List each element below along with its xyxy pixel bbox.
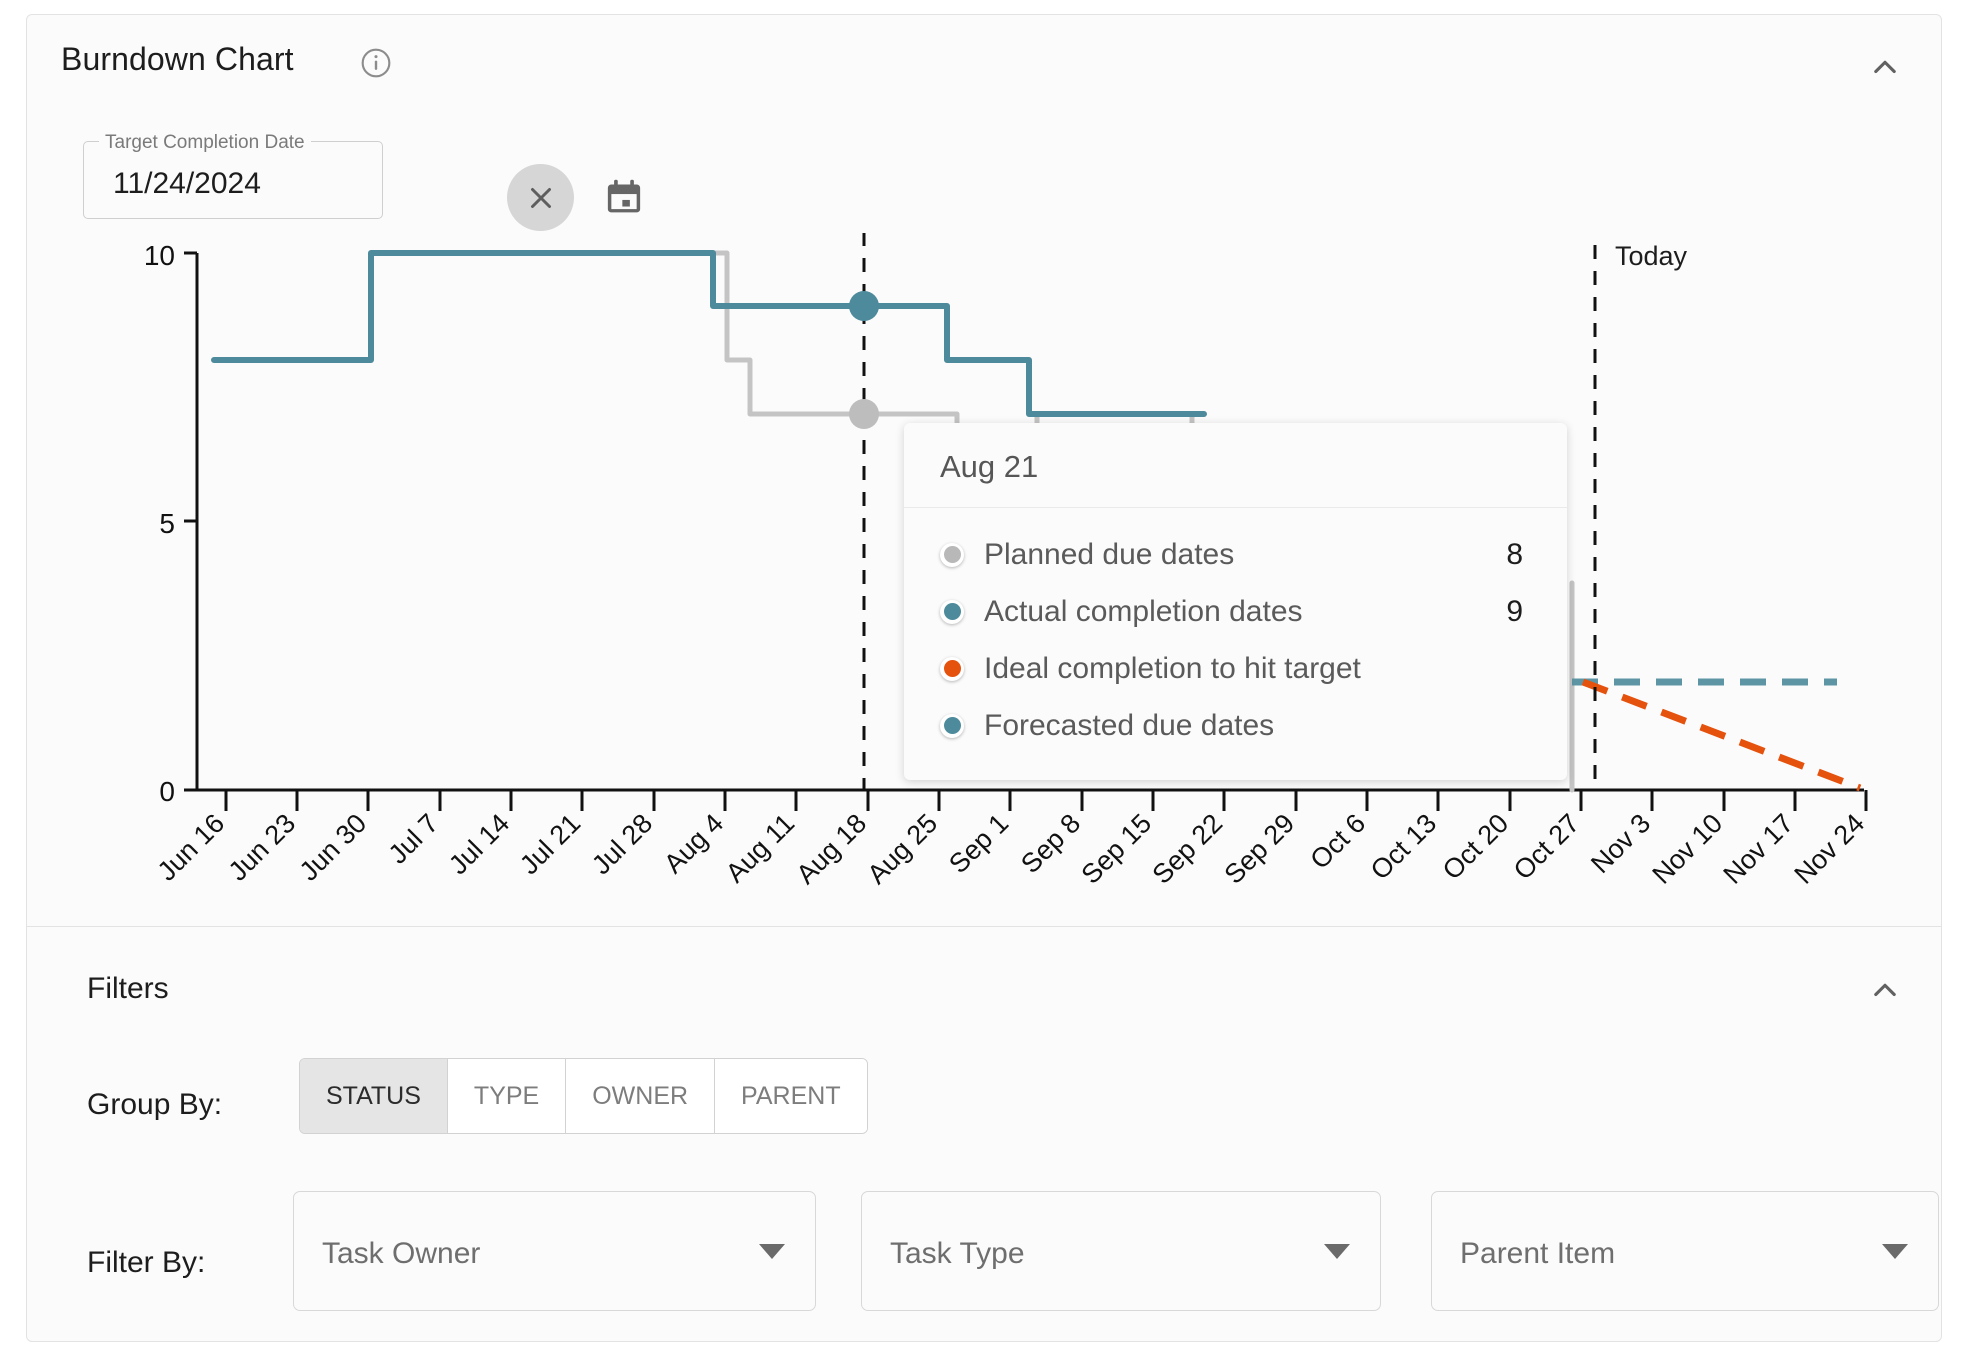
chevron-down-icon [759, 1244, 785, 1259]
legend-dot-actual-icon [940, 599, 964, 624]
marker-planned-aug21 [849, 399, 879, 429]
svg-text:Sep 15: Sep 15 [1076, 808, 1158, 890]
chevron-down-icon [1882, 1244, 1908, 1259]
svg-text:Sep 29: Sep 29 [1219, 808, 1301, 890]
tooltip-date: Aug 21 [904, 423, 1567, 508]
filter-select-task-type-value: Task Type [890, 1237, 1025, 1270]
svg-text:Jul 14: Jul 14 [443, 808, 515, 880]
svg-text:10: 10 [144, 240, 175, 271]
legend-value-actual: 9 [1506, 594, 1523, 628]
chart-header: Burndown Chart [27, 15, 1941, 107]
svg-text:Jul 21: Jul 21 [514, 808, 586, 880]
svg-text:Jul 7: Jul 7 [383, 808, 445, 870]
series-ideal-completion [1581, 678, 1862, 792]
svg-text:Jun 30: Jun 30 [294, 808, 373, 887]
legend-dot-planned-icon [940, 542, 964, 567]
tooltip-legend-list: Planned due dates 8 Actual completion da… [904, 508, 1567, 780]
series-actual-completion-dates [211, 250, 1207, 417]
tooltip-row-actual: Actual completion dates 9 [904, 583, 1567, 640]
burndown-chart-card: Burndown Chart Target Completion Date 11… [26, 14, 1942, 1342]
filter-select-task-type[interactable]: Task Type [861, 1191, 1381, 1311]
svg-text:Nov 24: Nov 24 [1789, 808, 1871, 890]
legend-label-ideal: Ideal completion to hit target [984, 651, 1361, 685]
filter-by-label: Filter By: [87, 1246, 206, 1279]
clear-date-button[interactable] [507, 164, 574, 231]
svg-text:Oct 27: Oct 27 [1508, 808, 1585, 885]
target-completion-date-label: Target Completion Date [99, 132, 311, 154]
svg-text:Nov 10: Nov 10 [1647, 808, 1729, 890]
svg-text:Aug 18: Aug 18 [791, 808, 873, 890]
legend-value-planned: 8 [1506, 537, 1523, 571]
legend-label-planned: Planned due dates [984, 537, 1235, 571]
chevron-up-icon [1874, 60, 1896, 74]
svg-text:Sep 22: Sep 22 [1147, 808, 1229, 890]
svg-text:Nov 17: Nov 17 [1718, 808, 1800, 890]
chevron-down-icon [1324, 1244, 1350, 1259]
legend-dot-forecasted-icon [940, 713, 964, 738]
svg-text:Oct 13: Oct 13 [1365, 808, 1442, 885]
svg-text:Sep 1: Sep 1 [943, 808, 1014, 879]
group-by-option-owner[interactable]: OWNER [566, 1059, 716, 1133]
group-by-toggle-group: STATUS TYPE OWNER PARENT [299, 1058, 868, 1134]
filter-select-task-owner[interactable]: Task Owner [293, 1191, 816, 1311]
filters-heading: Filters [87, 972, 169, 1005]
svg-text:Jul 28: Jul 28 [586, 808, 658, 880]
tooltip-row-forecasted: Forecasted due dates [904, 697, 1567, 754]
marker-actual-aug21 [849, 291, 879, 321]
filter-select-parent-item-value: Parent Item [1460, 1237, 1616, 1270]
svg-text:Jun 23: Jun 23 [223, 808, 302, 887]
page-title: Burndown Chart [61, 41, 294, 77]
open-calendar-button[interactable] [602, 175, 646, 219]
close-icon [530, 187, 551, 208]
svg-text:Oct 20: Oct 20 [1437, 808, 1514, 885]
svg-text:Today: Today [1615, 241, 1688, 271]
group-by-label: Group By: [87, 1088, 223, 1121]
tooltip-row-planned: Planned due dates 8 [904, 526, 1567, 583]
svg-text:5: 5 [159, 508, 175, 539]
filter-select-task-owner-value: Task Owner [322, 1237, 481, 1270]
target-completion-date-input[interactable]: 11/24/2024 [113, 167, 261, 201]
group-by-option-parent[interactable]: PARENT [715, 1059, 867, 1133]
svg-text:0: 0 [159, 776, 175, 807]
chart-x-axis-labels: Jun 16 Jun 23 Jun 30 Jul 7 Jul 14 Jul 21… [152, 790, 1871, 890]
chart-tooltip: Aug 21 Planned due dates 8 Actual comple… [904, 423, 1567, 780]
calendar-icon [607, 179, 641, 213]
filter-select-parent-item[interactable]: Parent Item [1431, 1191, 1939, 1311]
svg-text:Aug 11: Aug 11 [720, 808, 800, 888]
group-by-option-type[interactable]: TYPE [447, 1059, 567, 1133]
svg-text:Aug 25: Aug 25 [862, 808, 944, 890]
svg-text:Aug 4: Aug 4 [658, 808, 729, 879]
section-divider [27, 926, 1941, 927]
info-icon[interactable] [360, 47, 392, 79]
collapse-filters-button[interactable] [1863, 968, 1907, 1012]
tooltip-row-ideal: Ideal completion to hit target [904, 640, 1567, 697]
chevron-up-icon [1874, 983, 1896, 997]
legend-dot-ideal-icon [940, 656, 964, 681]
collapse-chart-button[interactable] [1863, 45, 1907, 89]
legend-label-forecasted: Forecasted due dates [984, 708, 1275, 742]
group-by-option-status[interactable]: STATUS [300, 1059, 448, 1133]
svg-text:Jun 16: Jun 16 [152, 808, 231, 887]
svg-text:Oct 6: Oct 6 [1304, 808, 1371, 875]
legend-label-actual: Actual completion dates [984, 594, 1303, 628]
